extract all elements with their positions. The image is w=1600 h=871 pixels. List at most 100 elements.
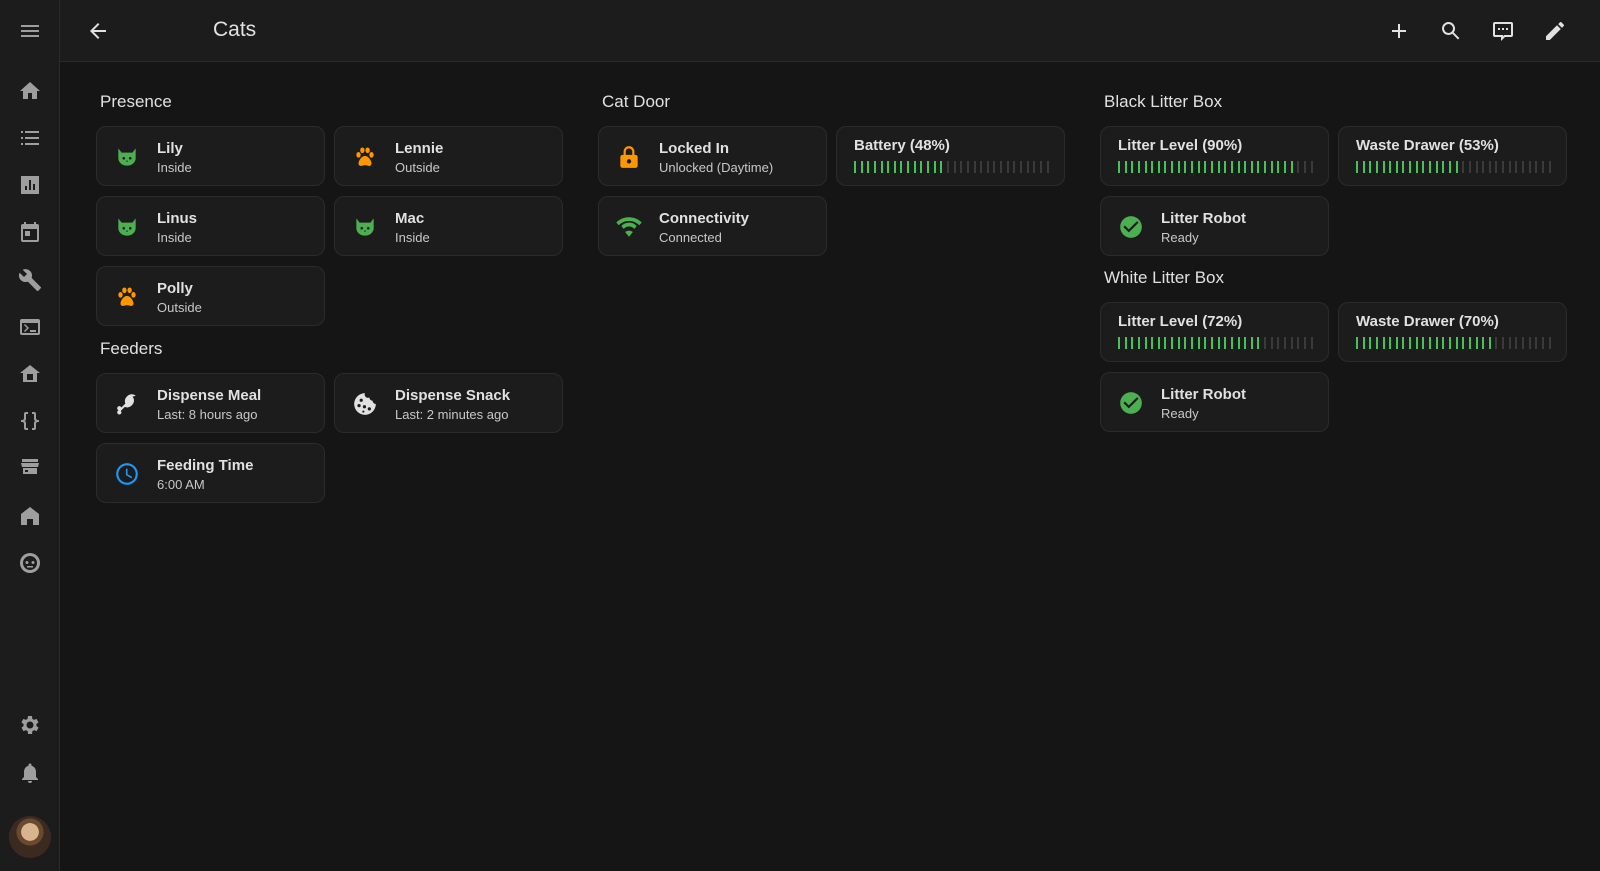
gauge-segment bbox=[1237, 337, 1240, 349]
code-braces-icon[interactable] bbox=[14, 405, 46, 437]
gauge-segment bbox=[1468, 337, 1471, 349]
gauge-segment bbox=[1118, 337, 1120, 349]
gauge-segment bbox=[1137, 161, 1140, 173]
lock-icon bbox=[615, 143, 643, 171]
presence-title: Presence bbox=[100, 92, 172, 111]
dispense-meal-button[interactable]: Dispense Meal Last: 8 hours ago bbox=[96, 373, 325, 433]
hacs-store-icon[interactable] bbox=[14, 452, 46, 484]
user-avatar[interactable] bbox=[9, 816, 51, 858]
gauge-segment bbox=[1369, 161, 1372, 173]
top-bar: Cats bbox=[60, 0, 1600, 62]
gauge-segment bbox=[1151, 161, 1154, 173]
database-home-icon[interactable] bbox=[14, 358, 46, 390]
gauge-segment bbox=[1230, 337, 1233, 349]
gauge-segment bbox=[1402, 161, 1405, 173]
menu-icon[interactable] bbox=[14, 15, 46, 47]
list-icon[interactable] bbox=[14, 122, 46, 154]
waste-drawer-gauge bbox=[1356, 337, 1551, 349]
card-name: Lily bbox=[157, 140, 183, 157]
card-name: Lennie bbox=[395, 140, 444, 157]
search-icon[interactable] bbox=[1435, 15, 1467, 47]
gauge-segment bbox=[1124, 161, 1127, 173]
gauge-segment bbox=[1244, 337, 1247, 349]
black-litter-robot-card[interactable]: Litter Robot Ready bbox=[1100, 196, 1329, 256]
connectivity-card[interactable]: Connectivity Connected bbox=[598, 196, 827, 256]
bell-icon[interactable] bbox=[14, 757, 46, 789]
gauge-segment bbox=[1502, 337, 1505, 349]
home-icon[interactable] bbox=[14, 75, 46, 107]
home-alt-icon[interactable] bbox=[14, 500, 46, 532]
gauge-segment bbox=[1389, 161, 1392, 173]
wrench-icon[interactable] bbox=[14, 264, 46, 296]
gauge-segment bbox=[1502, 161, 1505, 173]
black-waste-drawer-card[interactable]: Waste Drawer (53%) bbox=[1338, 126, 1567, 186]
gauge-segment bbox=[1382, 161, 1385, 173]
gauge-segment bbox=[1462, 161, 1465, 173]
gauge-segment bbox=[1204, 337, 1207, 349]
gauge-segment bbox=[1197, 337, 1200, 349]
presence-card-polly[interactable]: Polly Outside bbox=[96, 266, 325, 326]
gauge-segment bbox=[1210, 337, 1213, 349]
gauge-segment bbox=[1415, 161, 1418, 173]
gauge-segment bbox=[1482, 337, 1485, 349]
card-state: 6:00 AM bbox=[157, 477, 205, 492]
gauge-segment bbox=[1528, 337, 1531, 349]
paw-icon bbox=[113, 283, 141, 311]
page-title: Cats bbox=[213, 18, 257, 41]
card-state: Inside bbox=[157, 230, 192, 245]
calendar-icon[interactable] bbox=[14, 216, 46, 248]
pencil-icon[interactable] bbox=[1539, 15, 1571, 47]
feeding-time-card[interactable]: Feeding Time 6:00 AM bbox=[96, 443, 325, 503]
presence-card-lily[interactable]: Lily Inside bbox=[96, 126, 325, 186]
white-waste-drawer-card[interactable]: Waste Drawer (70%) bbox=[1338, 302, 1567, 362]
gauge-segment bbox=[920, 161, 923, 173]
gauge-segment bbox=[1224, 337, 1227, 349]
gauge-segment bbox=[1435, 337, 1438, 349]
paw-icon bbox=[351, 143, 379, 171]
robot-icon[interactable] bbox=[14, 547, 46, 579]
plus-icon[interactable] bbox=[1383, 15, 1415, 47]
terminal-icon[interactable] bbox=[14, 311, 46, 343]
gauge-segment bbox=[1250, 337, 1253, 349]
card-name: Dispense Meal bbox=[157, 387, 262, 404]
gauge-segment bbox=[1389, 337, 1392, 349]
gauge-segment bbox=[1488, 161, 1491, 173]
gauge-segment bbox=[860, 161, 863, 173]
chat-icon[interactable] bbox=[1487, 15, 1519, 47]
back-arrow-icon[interactable] bbox=[82, 15, 114, 47]
gear-icon[interactable] bbox=[14, 709, 46, 741]
gauge-segment bbox=[1277, 337, 1280, 349]
gauge-segment bbox=[1144, 337, 1147, 349]
battery-gauge-card[interactable]: Battery (48%) bbox=[836, 126, 1065, 186]
gauge-segment bbox=[1046, 161, 1049, 173]
presence-card-lennie[interactable]: Lennie Outside bbox=[334, 126, 563, 186]
gauge-label: Waste Drawer (70%) bbox=[1356, 313, 1499, 330]
gauge-segment bbox=[1164, 337, 1167, 349]
card-name: Litter Robot bbox=[1161, 386, 1246, 403]
gauge-segment bbox=[1026, 161, 1029, 173]
card-name: Dispense Snack bbox=[395, 387, 511, 404]
presence-card-linus[interactable]: Linus Inside bbox=[96, 196, 325, 256]
gauge-segment bbox=[1422, 161, 1425, 173]
white-litter-robot-card[interactable]: Litter Robot Ready bbox=[1100, 372, 1329, 432]
gauge-segment bbox=[1131, 337, 1134, 349]
gauge-segment bbox=[893, 161, 896, 173]
gauge-segment bbox=[1395, 161, 1398, 173]
gauge-segment bbox=[946, 161, 949, 173]
presence-card-mac[interactable]: Mac Inside bbox=[334, 196, 563, 256]
clock-icon bbox=[113, 460, 141, 488]
gauge-segment bbox=[1237, 161, 1240, 173]
check-circle-icon bbox=[1117, 213, 1145, 241]
black-litter-level-card[interactable]: Litter Level (90%) bbox=[1100, 126, 1329, 186]
gauge-segment bbox=[1171, 337, 1174, 349]
gauge-segment bbox=[953, 161, 956, 173]
gauge-segment bbox=[993, 161, 996, 173]
gauge-segment bbox=[1257, 337, 1260, 349]
gauge-segment bbox=[1515, 337, 1518, 349]
gauge-label: Battery (48%) bbox=[854, 137, 950, 154]
gauge-segment bbox=[1442, 337, 1445, 349]
cat-door-lock-card[interactable]: Locked In Unlocked (Daytime) bbox=[598, 126, 827, 186]
bar-chart-icon[interactable] bbox=[14, 169, 46, 201]
dispense-snack-button[interactable]: Dispense Snack Last: 2 minutes ago bbox=[334, 373, 563, 433]
white-litter-level-card[interactable]: Litter Level (72%) bbox=[1100, 302, 1329, 362]
